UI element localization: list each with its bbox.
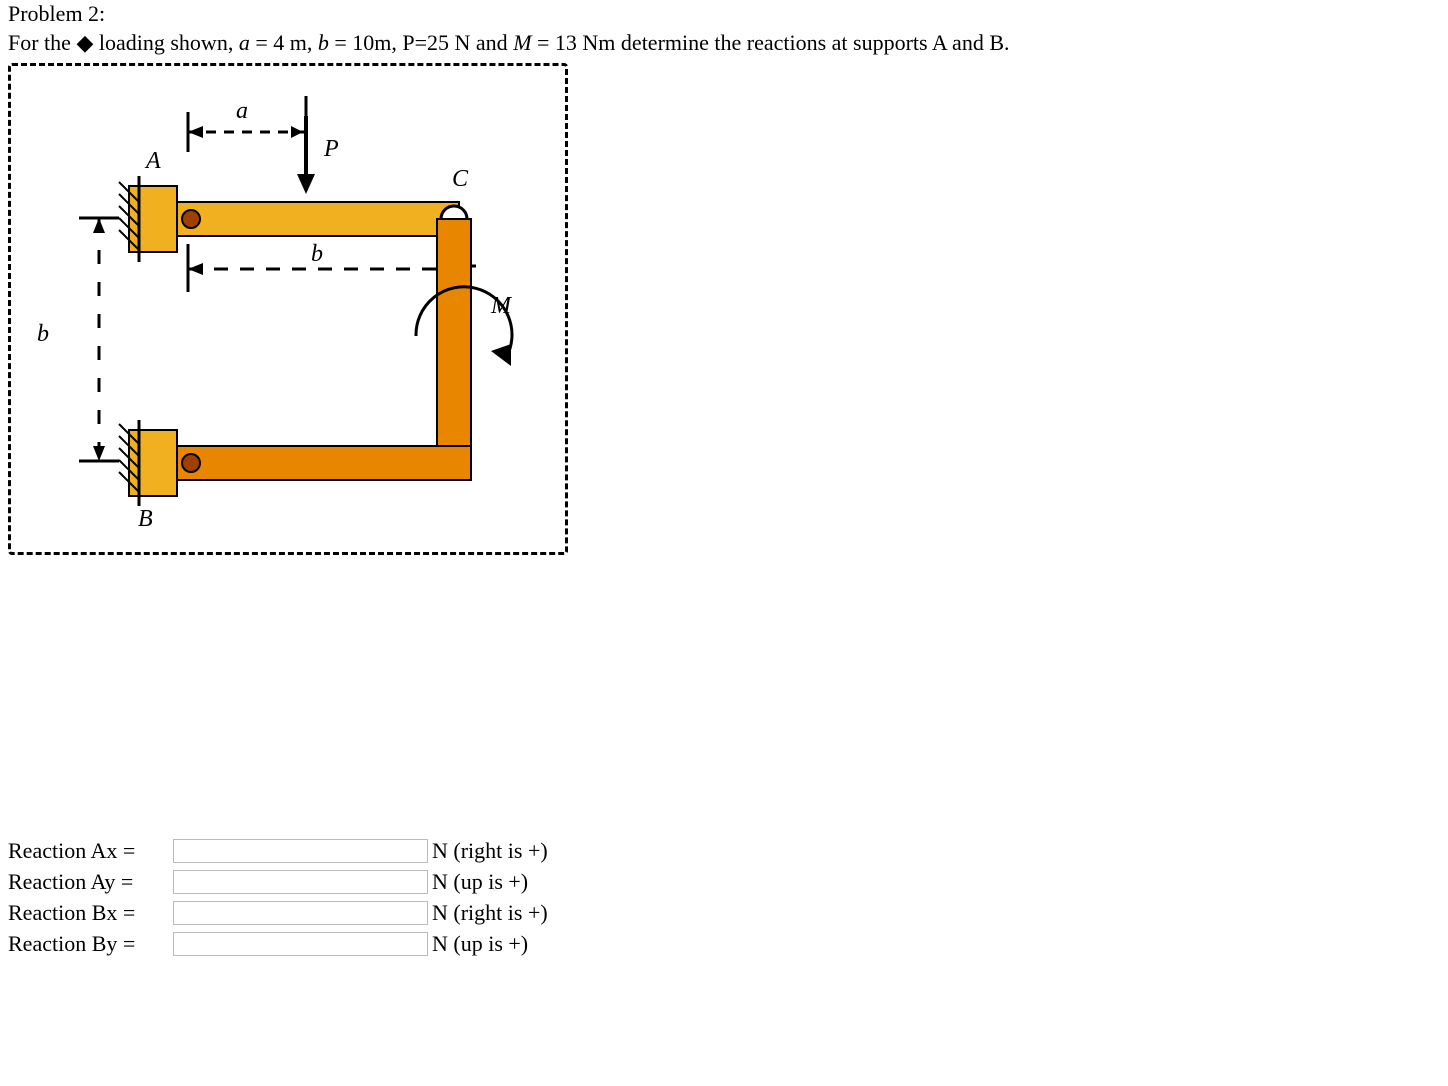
answer-row-ay: Reaction Ay = N (up is +) (8, 866, 1440, 897)
var-a: a (239, 30, 250, 55)
label-B: B (138, 506, 153, 533)
answer-row-by: Reaction By = N (up is +) (8, 928, 1440, 959)
structure-diagram (11, 66, 565, 552)
eq1: = 4 m, (255, 30, 318, 55)
ans-label: Reaction By = (8, 931, 173, 957)
problem-header: Problem 2: For the ◆ loading shown, a = … (8, 0, 1440, 57)
reaction-bx-input[interactable] (173, 901, 428, 925)
label-A: A (146, 148, 161, 175)
ans-unit: N (up is +) (432, 931, 528, 957)
reaction-ay-input[interactable] (173, 870, 428, 894)
answer-row-ax: Reaction Ax = N (right is +) (8, 835, 1440, 866)
ans-unit: N (up is +) (432, 869, 528, 895)
answers-block: Reaction Ax = N (right is +) Reaction Ay… (8, 835, 1440, 959)
figure-box: a A P C b M b B (8, 63, 568, 555)
var-m: M (513, 30, 531, 55)
problem-title: Problem 2: (8, 1, 105, 26)
ans-unit: N (right is +) (432, 838, 548, 864)
reaction-by-input[interactable] (173, 932, 428, 956)
label-C: C (452, 166, 468, 193)
ans-label: Reaction Ay = (8, 869, 173, 895)
ans-unit: N (right is +) (432, 900, 548, 926)
answer-row-bx: Reaction Bx = N (right is +) (8, 897, 1440, 928)
ans-label: Reaction Bx = (8, 900, 173, 926)
label-b-top: b (311, 241, 323, 268)
eq2: = 10m, P=25 N and (334, 30, 513, 55)
ans-label: Reaction Ax = (8, 838, 173, 864)
statement-prefix: For the (8, 30, 76, 55)
reaction-ax-input[interactable] (173, 839, 428, 863)
diamond-icon: ◆ (76, 30, 93, 55)
var-b: b (318, 30, 329, 55)
label-b-left: b (37, 321, 49, 348)
label-a: a (236, 98, 248, 125)
eq3: = 13 Nm determine the reactions at suppo… (537, 30, 1009, 55)
label-P: P (324, 136, 339, 163)
label-M: M (491, 293, 511, 320)
statement-mid: loading shown, (99, 30, 239, 55)
